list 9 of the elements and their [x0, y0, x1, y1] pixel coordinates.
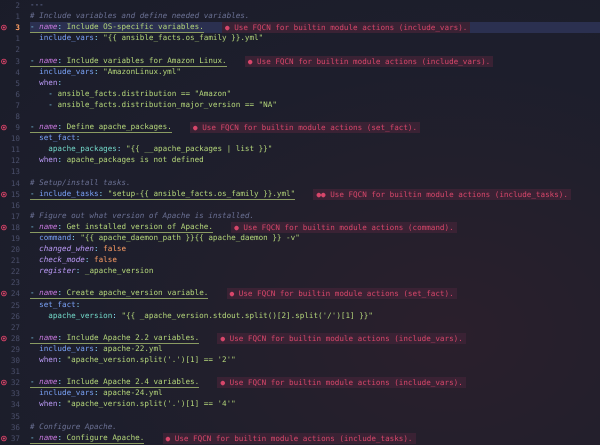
- error-icon[interactable]: [1, 58, 7, 65]
- error-icon[interactable]: [1, 190, 7, 198]
- error-icon[interactable]: [1, 224, 7, 231]
- error-icon[interactable]: [1, 290, 7, 298]
- error-icon[interactable]: [1, 379, 7, 386]
- error-icon[interactable]: [1, 434, 7, 442]
- error-icon[interactable]: [1, 24, 7, 32]
- error-icon[interactable]: [1, 334, 7, 342]
- error-icon[interactable]: [1, 124, 7, 132]
